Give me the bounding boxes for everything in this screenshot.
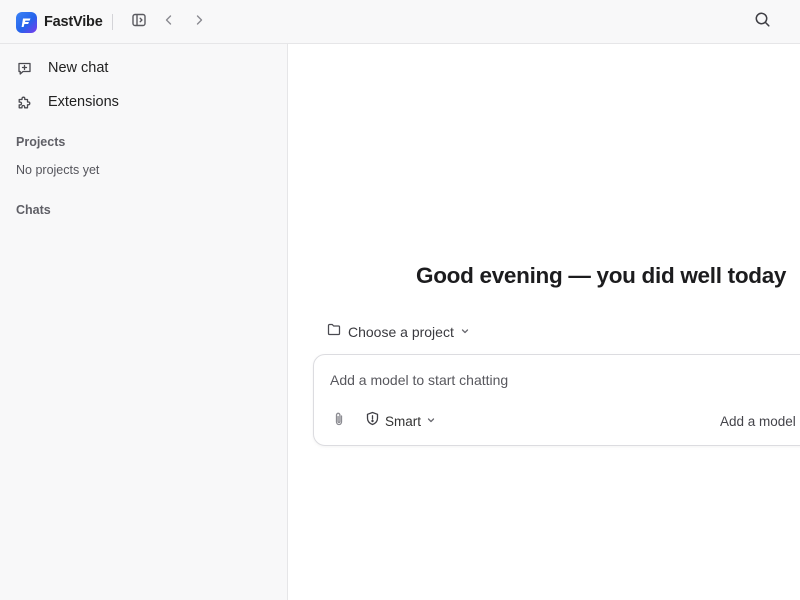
sidebar-item-label: New chat xyxy=(48,60,109,76)
top-bar: FastVibe xyxy=(0,0,800,44)
search-icon xyxy=(754,11,771,33)
add-model-button[interactable]: Add a model xyxy=(720,412,796,430)
puzzle-icon xyxy=(16,94,32,110)
projects-empty-text: No projects yet xyxy=(16,163,100,177)
message-composer: Smart Add a model xyxy=(313,354,800,446)
sidebar-item-label: Extensions xyxy=(48,94,119,110)
shield-icon xyxy=(365,411,380,431)
divider xyxy=(112,14,113,30)
sidebar-toggle-icon xyxy=(131,12,147,33)
chats-section-title: Chats xyxy=(16,203,51,217)
sidebar-toggle-button[interactable] xyxy=(128,11,150,33)
sidebar-item-new-chat[interactable]: New chat xyxy=(8,53,280,83)
mode-select[interactable]: Smart xyxy=(365,411,436,431)
greeting-heading: Good evening — you did well today xyxy=(416,263,787,288)
chevron-down-icon xyxy=(460,323,470,341)
attach-button[interactable] xyxy=(330,412,348,430)
back-button[interactable] xyxy=(158,11,180,33)
brand[interactable]: FastVibe xyxy=(16,11,103,33)
chevron-down-icon xyxy=(426,412,436,430)
sidebar: New chat Extensions Projects No projects… xyxy=(0,44,288,600)
forward-button[interactable] xyxy=(188,11,210,33)
chat-plus-icon xyxy=(16,60,32,76)
message-input[interactable] xyxy=(330,372,730,388)
app-name: FastVibe xyxy=(44,14,103,30)
chevron-right-icon xyxy=(192,13,206,32)
mode-label: Smart xyxy=(385,413,422,429)
chevron-left-icon xyxy=(162,13,176,32)
folder-icon xyxy=(327,323,341,341)
project-select-label: Choose a project xyxy=(348,324,454,340)
projects-section-title: Projects xyxy=(16,135,66,149)
paperclip-icon xyxy=(332,411,346,432)
search-button[interactable] xyxy=(751,11,773,33)
sidebar-item-extensions[interactable]: Extensions xyxy=(8,87,280,117)
fastvibe-logo-icon xyxy=(16,11,37,33)
project-select[interactable]: Choose a project xyxy=(327,322,470,342)
